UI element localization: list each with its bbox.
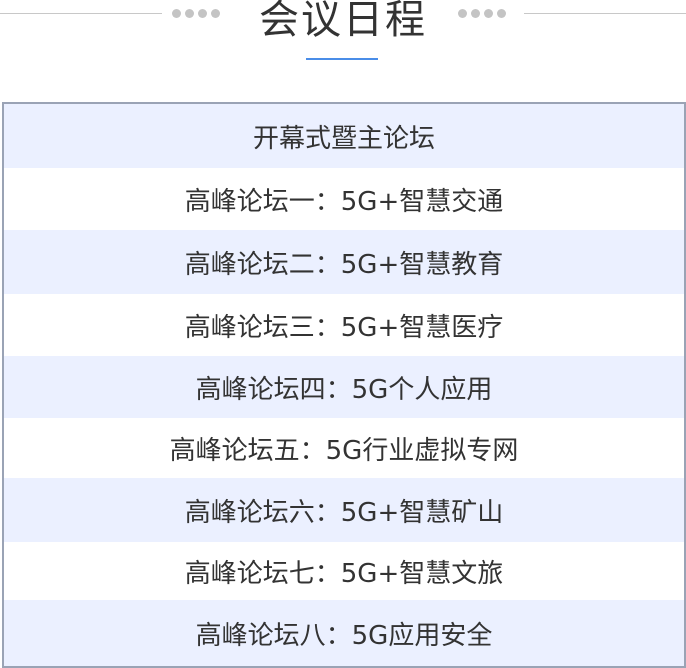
header-dots-right	[458, 9, 506, 18]
page-title: 会议日程	[259, 0, 427, 43]
agenda-row-3: 高峰论坛三：5G+智慧医疗	[184, 312, 504, 343]
agenda-row-4: 高峰论坛四：5G个人应用	[4, 356, 684, 418]
agenda-row-6: 高峰论坛六：5G+智慧矿山	[4, 478, 684, 542]
dot-icon	[458, 9, 467, 18]
agenda-table: 开幕式暨主论坛 高峰论坛一：5G+智慧交通 高峰论坛二：5G+智慧教育 高峰论坛…	[2, 102, 686, 668]
title-underline	[306, 58, 378, 60]
agenda-row-opening: 开幕式暨主论坛	[4, 104, 684, 168]
agenda-row-2: 高峰论坛二：5G+智慧教育	[4, 230, 684, 294]
dot-icon	[484, 9, 493, 18]
agenda-row-1: 高峰论坛一：5G+智慧交通	[184, 186, 504, 217]
header-divider-right	[524, 13, 686, 14]
agenda-row-7: 高峰论坛七：5G+智慧文旅	[184, 558, 504, 589]
agenda-row-8: 高峰论坛八：5G应用安全	[4, 600, 684, 666]
dot-icon	[497, 9, 506, 18]
agenda-row-5: 高峰论坛五：5G行业虚拟专网	[169, 435, 519, 466]
section-header: 会议日程	[0, 0, 686, 70]
dot-icon	[471, 9, 480, 18]
